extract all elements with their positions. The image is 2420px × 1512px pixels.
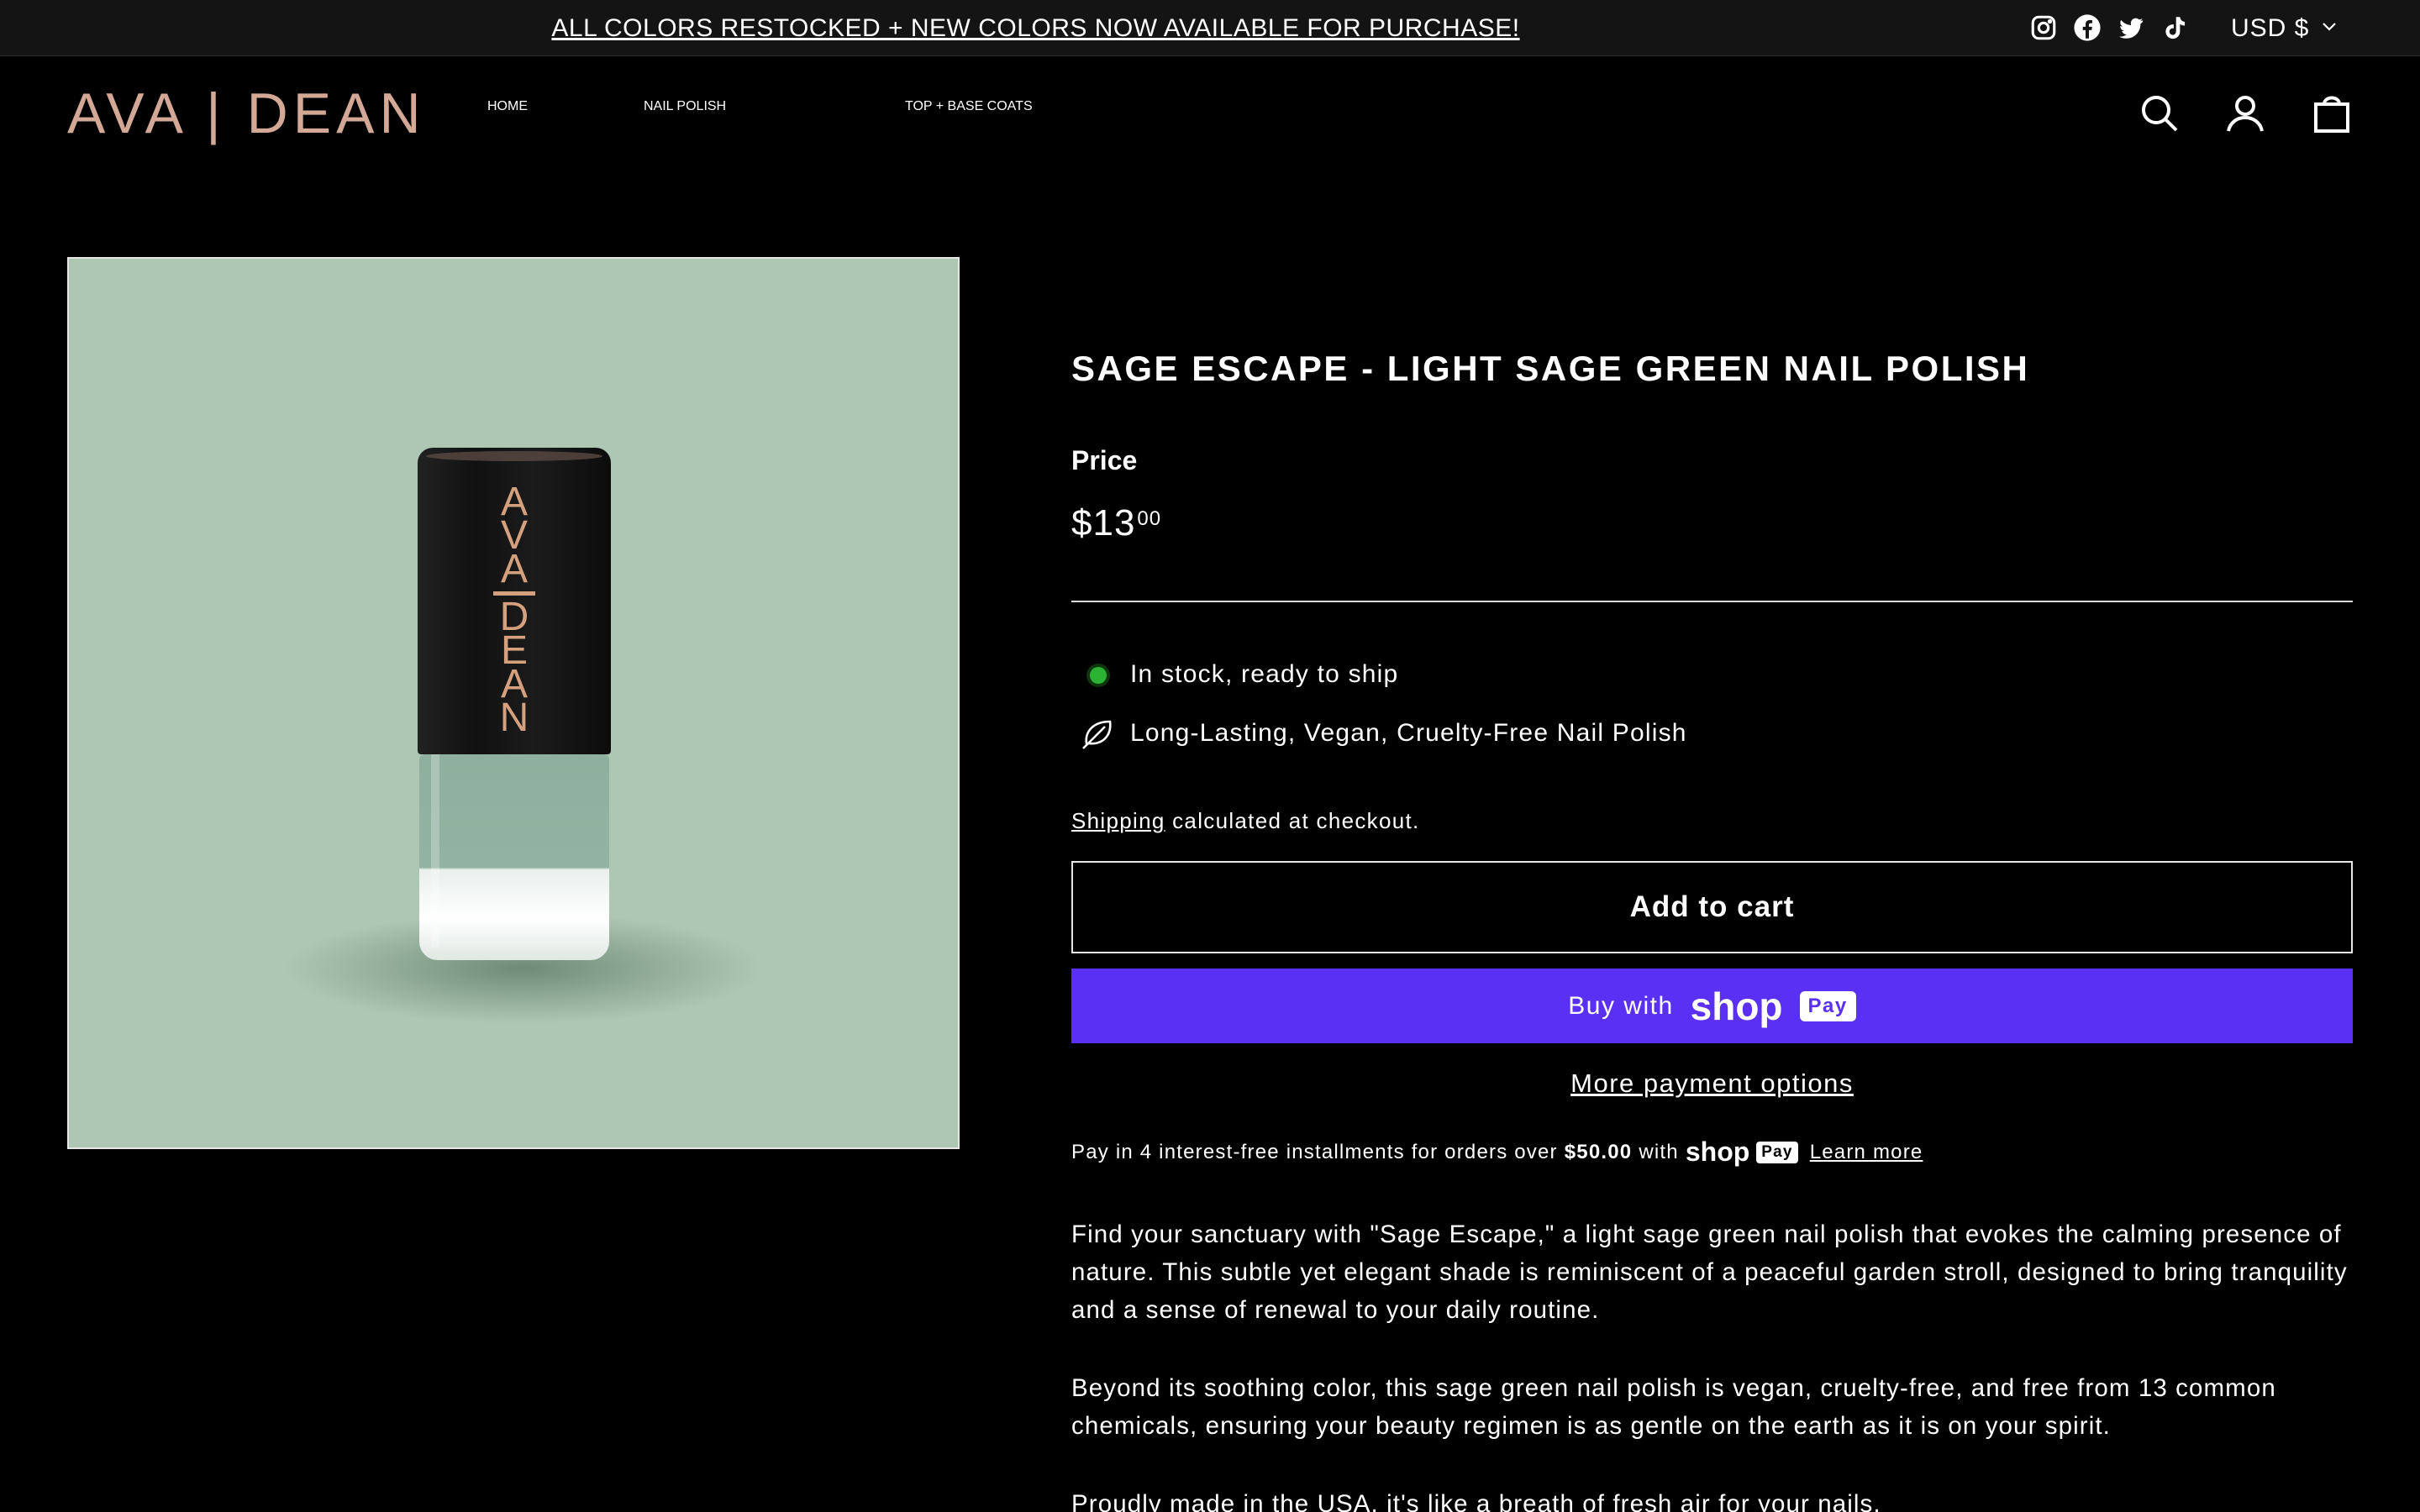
add-to-cart-button[interactable]: Add to cart (1071, 861, 2353, 953)
cap-letter: A (500, 547, 528, 591)
shop-pay-badge: Pay (1799, 990, 1856, 1021)
facebook-icon[interactable] (2073, 13, 2102, 42)
description-paragraph: Find your sanctuary with "Sage Escape," … (1071, 1221, 2348, 1324)
price-cents: 00 (1137, 507, 1162, 530)
currency-selector[interactable]: USD $ (2231, 0, 2339, 56)
product-image[interactable]: A V A D E A N (67, 257, 960, 1149)
nav-item-top-base-coats[interactable]: TOP + BASE COATS (905, 99, 1033, 114)
cap-letter: N (499, 696, 529, 740)
announcement-link[interactable]: ALL COLORS RESTOCKED + NEW COLORS NOW AV… (0, 0, 2071, 56)
stock-text: In stock, ready to ship (1130, 660, 1399, 688)
installments-amount: $50.00 (1564, 1140, 1633, 1163)
shipping-link[interactable]: Shipping (1071, 808, 1165, 833)
tiktok-icon[interactable] (2160, 13, 2189, 42)
nail-polish-bottle: A V A D E A N (418, 448, 611, 969)
buy-with-label: Buy with (1568, 991, 1674, 1020)
leaf-icon (1080, 717, 1117, 750)
shop-pay-button[interactable]: Buy with shop Pay (1071, 969, 2353, 1043)
price-main: $13 (1071, 502, 1136, 543)
shop-pay-logo: shop (1690, 984, 1783, 1028)
instagram-icon[interactable] (2029, 13, 2058, 42)
more-payment-options-link[interactable]: More payment options (1071, 1068, 2353, 1099)
cap-top (426, 451, 602, 461)
shipping-note: Shipping calculated at checkout. (1071, 808, 1420, 834)
installments-text: Pay in 4 interest-free installments for … (1071, 1140, 1558, 1163)
installments-note: Pay in 4 interest-free installments for … (1071, 1137, 1923, 1168)
learn-more-link[interactable]: Learn more (1810, 1141, 1923, 1164)
divider (1071, 601, 2353, 602)
nav-item-nail-polish[interactable]: NAIL POLISH (644, 99, 726, 114)
price-label: Price (1071, 445, 1138, 475)
shipping-note-text: calculated at checkout. (1165, 808, 1420, 833)
description-paragraph: Proudly made in the USA, it's like a bre… (1071, 1490, 1881, 1512)
site-logo[interactable]: AVA | DEAN (67, 84, 426, 143)
feature-text: Long-Lasting, Vegan, Cruelty-Free Nail P… (1130, 719, 1687, 747)
product-title: SAGE ESCAPE - LIGHT SAGE GREEN NAIL POLI… (1071, 349, 2030, 388)
twitter-icon[interactable] (2117, 13, 2145, 42)
bottle-glass (419, 754, 609, 960)
glass-highlight (431, 754, 439, 948)
in-stock-dot-icon (1090, 667, 1107, 684)
account-icon[interactable] (2224, 92, 2266, 134)
shop-pay-mini-badge: Pay (1756, 1141, 1798, 1163)
installments-with: with (1639, 1140, 1679, 1163)
shop-pay-mini-logo: shop (1685, 1137, 1750, 1167)
bottle-cap: A V A D E A N (418, 448, 611, 754)
cart-icon[interactable] (2311, 92, 2353, 134)
currency-label: USD $ (2231, 13, 2310, 42)
announcement-bar: ALL COLORS RESTOCKED + NEW COLORS NOW AV… (0, 0, 2420, 56)
search-icon[interactable] (2139, 92, 2181, 134)
description-paragraph: Beyond its soothing color, this sage gre… (1071, 1374, 2276, 1440)
chevron-down-icon (2319, 14, 2339, 43)
cap-logo: A V A D E A N (493, 482, 535, 740)
nav-item-home[interactable]: HOME (487, 99, 528, 114)
product-price: $1300 (1071, 502, 1161, 544)
